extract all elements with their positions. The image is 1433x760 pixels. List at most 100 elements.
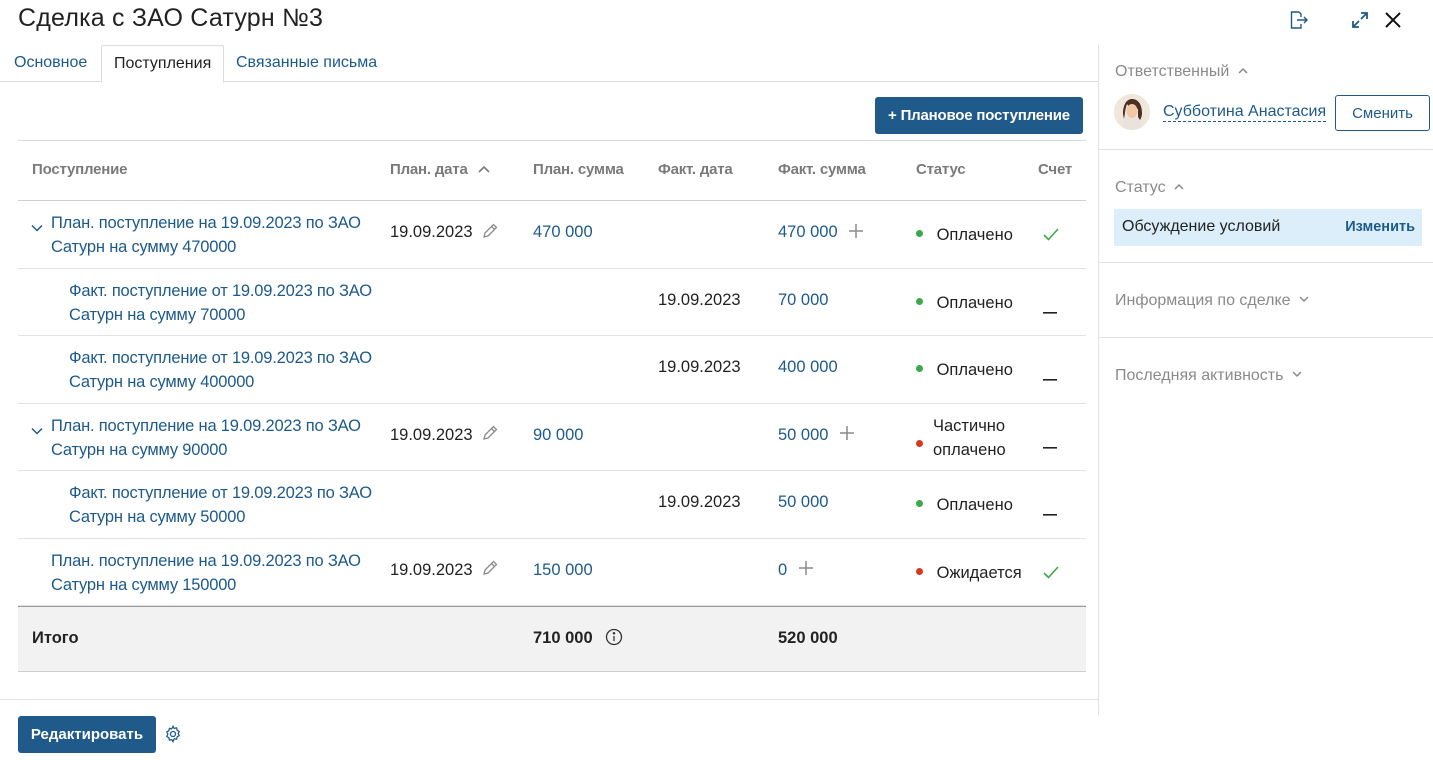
status-cell: Оплачено: [916, 493, 1013, 517]
sort-asc-icon: [478, 165, 490, 173]
col-fact-sum[interactable]: Факт. сумма: [778, 161, 866, 178]
table-header: Поступление План. дата План. сумма Факт.…: [18, 140, 1086, 201]
tab-receipts[interactable]: Поступления: [101, 45, 225, 83]
receipt-name-link[interactable]: Факт. поступление от 19.09.2023 по ЗАО С…: [69, 346, 372, 394]
status-dot: [916, 230, 923, 238]
plan-sum-link[interactable]: 150 000: [533, 561, 593, 580]
status-cell: Ожидается: [916, 561, 1022, 585]
receipt-name-line: План. поступление на 19.09.2023 по ЗАО: [51, 214, 361, 232]
receipt-name-line: Факт. поступление от 19.09.2023 по ЗАО: [69, 484, 372, 502]
status-text: Ожидается: [936, 563, 1022, 582]
deal-info-section-toggle[interactable]: Информация по сделке: [1115, 292, 1309, 310]
receipt-name-link[interactable]: План. поступление на 19.09.2023 по ЗАО С…: [51, 414, 361, 462]
sidebar-separator: [1099, 337, 1433, 338]
fact-sum-link[interactable]: 50 000: [778, 426, 828, 444]
col-fact-date[interactable]: Факт. дата: [658, 161, 733, 178]
page-title: Сделка с ЗАО Сатурн №3: [18, 4, 324, 32]
add-planned-receipt-button[interactable]: + Плановое поступление: [875, 97, 1083, 134]
change-responsible-button[interactable]: Сменить: [1335, 95, 1430, 131]
pencil-icon[interactable]: [481, 559, 499, 577]
receipt-name-link[interactable]: План. поступление на 19.09.2023 по ЗАО С…: [51, 211, 361, 259]
col-plan-sum[interactable]: План. сумма: [533, 161, 624, 178]
receipt-name-line: Сатурн на сумму 90000: [51, 440, 228, 459]
table-row: Факт. поступление от 19.09.2023 по ЗАО С…: [18, 471, 1086, 539]
table-row: Факт. поступление от 19.09.2023 по ЗАО С…: [18, 269, 1086, 336]
info-icon[interactable]: [605, 628, 623, 646]
receipt-name-line: План. поступление на 19.09.2023 по ЗАО: [51, 416, 361, 435]
status-dot: [916, 297, 923, 305]
plan-date-cell: 19.09.2023: [390, 426, 499, 445]
tab-main[interactable]: Основное: [2, 45, 99, 82]
export-icon[interactable]: [1286, 8, 1310, 32]
plan-date-value: 19.09.2023: [390, 223, 473, 241]
add-fact-receipt-plus-icon[interactable]: [848, 223, 864, 239]
fact-sum-cell: 70 000: [778, 291, 828, 310]
chevron-up-icon: [1238, 68, 1248, 74]
status-dot: [916, 567, 923, 575]
invoice-check-icon: [1043, 565, 1059, 584]
expand-row-chevron-icon[interactable]: [31, 219, 43, 237]
change-status-button[interactable]: Изменить: [1345, 219, 1415, 235]
plan-sum-link[interactable]: 470 000: [533, 223, 593, 242]
receipt-name-line: Сатурн на сумму 400000: [69, 373, 255, 391]
receipt-name-link[interactable]: Факт. поступление от 19.09.2023 по ЗАО С…: [69, 279, 372, 327]
pencil-icon[interactable]: [481, 222, 499, 240]
plan-date-value: 19.09.2023: [390, 425, 473, 444]
tab-bar: Основное Поступления Связанные письма: [0, 45, 1098, 83]
col-plan-date[interactable]: План. дата: [390, 161, 490, 178]
expand-row-chevron-icon[interactable]: [31, 422, 43, 440]
chevron-down-icon: [1299, 296, 1309, 303]
tab-related-emails[interactable]: Связанные письма: [224, 45, 389, 82]
fact-sum-link[interactable]: 70 000: [778, 291, 828, 309]
add-fact-receipt-plus-icon[interactable]: [798, 560, 814, 576]
status-cell: Оплачено: [916, 358, 1013, 382]
close-icon[interactable]: [1381, 8, 1405, 32]
receipt-name-line: Факт. поступление от 19.09.2023 по ЗАО: [69, 349, 372, 367]
last-activity-section-toggle[interactable]: Последняя активность: [1115, 367, 1302, 385]
sidebar-separator: [1099, 262, 1433, 263]
receipt-name-link[interactable]: План. поступление на 19.09.2023 по ЗАО С…: [51, 549, 361, 597]
fact-sum-cell: 470 000: [778, 223, 864, 242]
plan-sum-link[interactable]: 90 000: [533, 426, 583, 445]
responsible-label: Ответственный: [1115, 63, 1230, 80]
status-cell: Оплачено: [916, 223, 1013, 247]
deal-status-value: Обсуждение условий: [1122, 218, 1281, 235]
col-invoice[interactable]: Счет: [1038, 161, 1072, 178]
col-receipt[interactable]: Поступление: [32, 161, 128, 178]
fact-sum-link[interactable]: 400 000: [778, 358, 838, 376]
expand-icon[interactable]: [1348, 8, 1372, 32]
pencil-icon[interactable]: [481, 424, 499, 442]
responsible-section-toggle[interactable]: Ответственный: [1115, 63, 1248, 81]
table-row: Факт. поступление от 19.09.2023 по ЗАО С…: [18, 336, 1086, 404]
fact-sum-link[interactable]: 50 000: [778, 493, 828, 511]
status-section-toggle[interactable]: Статус: [1115, 179, 1184, 197]
receipt-name-line: Сатурн на сумму 470000: [51, 238, 237, 256]
invoice-none-dash-icon: [1043, 436, 1057, 455]
receipt-name-line: План. поступление на 19.09.2023 по ЗАО: [51, 551, 361, 570]
fact-sum-link[interactable]: 0: [778, 561, 787, 579]
receipt-name-line: Сатурн на сумму 50000: [69, 508, 246, 526]
edit-button[interactable]: Редактировать: [18, 716, 156, 753]
sidebar-separator: [1099, 149, 1433, 150]
responsible-user-link[interactable]: Субботина Анастасия: [1163, 103, 1327, 122]
col-status[interactable]: Статус: [916, 161, 966, 178]
add-fact-receipt-plus-icon[interactable]: [839, 425, 855, 441]
fact-date-value: 19.09.2023: [658, 493, 741, 511]
receipt-name-line: Факт. поступление от 19.09.2023 по ЗАО: [69, 281, 372, 300]
status-dot: [916, 365, 923, 373]
status-dot: [916, 500, 923, 508]
invoice-check-icon: [1043, 227, 1059, 246]
gear-icon[interactable]: [164, 725, 182, 748]
chevron-up-icon: [1174, 184, 1184, 190]
fact-sum-cell: 400 000: [778, 358, 838, 377]
plan-date-value: 19.09.2023: [390, 560, 473, 579]
fact-date-value: 19.09.2023: [658, 290, 741, 309]
fact-sum-cell: 50 000: [778, 426, 855, 445]
last-activity-label: Последняя активность: [1115, 367, 1284, 384]
receipt-name-link[interactable]: Факт. поступление от 19.09.2023 по ЗАО С…: [69, 481, 372, 529]
status-label: Статус: [1115, 179, 1166, 196]
fact-sum-link[interactable]: 470 000: [778, 223, 838, 241]
invoice-none-dash-icon: [1043, 301, 1057, 320]
total-fact-sum: 520 000: [778, 629, 838, 647]
receipt-name-line: Сатурн на сумму 150000: [51, 575, 237, 594]
